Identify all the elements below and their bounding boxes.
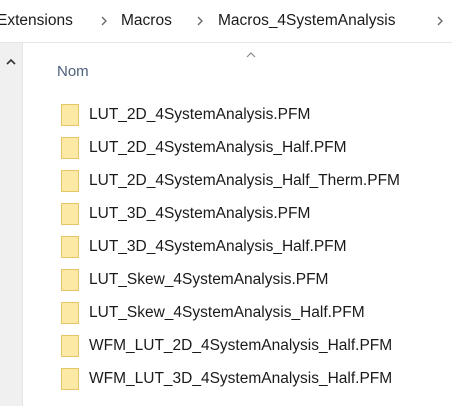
chevron-right-icon[interactable] — [193, 13, 207, 29]
file-icon — [61, 235, 79, 258]
file-name: LUT_Skew_4SystemAnalysis_Half.PFM — [89, 303, 365, 321]
list-item[interactable]: LUT_2D_4SystemAnalysis.PFM — [58, 98, 452, 131]
file-name: LUT_2D_4SystemAnalysis_Half.PFM — [89, 138, 347, 156]
chevron-right-icon[interactable] — [97, 13, 111, 29]
breadcrumb-item-macros[interactable]: Macros — [121, 11, 172, 31]
file-icon — [61, 334, 79, 357]
list-item[interactable]: LUT_3D_4SystemAnalysis_Half.PFM — [58, 230, 452, 263]
file-icon — [61, 103, 79, 126]
file-icon — [61, 268, 79, 291]
file-name: LUT_3D_4SystemAnalysis.PFM — [89, 204, 311, 222]
file-name: WFM_LUT_3D_4SystemAnalysis_Half.PFM — [89, 369, 393, 387]
file-icon — [61, 367, 79, 390]
file-list: LUT_2D_4SystemAnalysis.PFM LUT_2D_4Syste… — [58, 98, 452, 395]
file-name: LUT_2D_4SystemAnalysis_Half_Therm.PFM — [89, 171, 400, 189]
file-name: LUT_Skew_4SystemAnalysis.PFM — [89, 270, 329, 288]
list-item[interactable]: LUT_Skew_4SystemAnalysis.PFM — [58, 263, 452, 296]
file-icon — [61, 169, 79, 192]
breadcrumb: Extensions Macros Macros_4SystemAnalysis — [0, 0, 452, 42]
chevron-right-icon[interactable] — [433, 13, 447, 29]
breadcrumb-item-extensions[interactable]: Extensions — [0, 11, 73, 31]
navigation-pane-edge — [22, 43, 23, 406]
list-item[interactable]: LUT_3D_4SystemAnalysis.PFM — [58, 197, 452, 230]
file-name: LUT_2D_4SystemAnalysis.PFM — [89, 105, 311, 123]
file-name: WFM_LUT_2D_4SystemAnalysis_Half.PFM — [89, 336, 393, 354]
file-icon — [61, 136, 79, 159]
list-item[interactable]: WFM_LUT_2D_4SystemAnalysis_Half.PFM — [58, 329, 452, 362]
file-icon — [61, 202, 79, 225]
list-item[interactable]: LUT_Skew_4SystemAnalysis_Half.PFM — [58, 296, 452, 329]
address-bar-divider — [0, 42, 452, 43]
list-item[interactable]: LUT_2D_4SystemAnalysis_Half.PFM — [58, 131, 452, 164]
list-item[interactable]: WFM_LUT_3D_4SystemAnalysis_Half.PFM — [58, 362, 452, 395]
list-item[interactable]: LUT_2D_4SystemAnalysis_Half_Therm.PFM — [58, 164, 452, 197]
scroll-up-arrow-icon[interactable] — [0, 52, 22, 72]
navigation-pane-scrollbar[interactable] — [0, 43, 22, 406]
sort-ascending-icon — [246, 52, 256, 58]
column-header-name[interactable]: Nom — [57, 63, 89, 80]
breadcrumb-item-macros-4systemanalysis[interactable]: Macros_4SystemAnalysis — [218, 11, 395, 31]
file-name: LUT_3D_4SystemAnalysis_Half.PFM — [89, 237, 347, 255]
file-icon — [61, 301, 79, 324]
